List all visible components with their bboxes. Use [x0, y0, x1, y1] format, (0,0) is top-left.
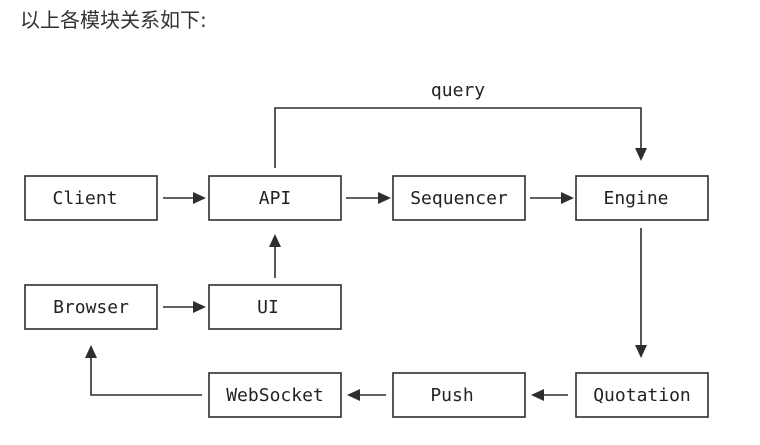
node-ui-label: UI	[257, 297, 279, 318]
node-engine: Engine	[575, 175, 709, 221]
node-engine-label: Engine	[603, 188, 668, 209]
edge-push-to-websocket	[347, 389, 386, 401]
edge-api-to-sequencer	[346, 192, 391, 204]
node-browser: Browser	[24, 284, 158, 330]
edge-websocket-to-browser	[85, 345, 202, 396]
edge-ui-to-api	[269, 234, 281, 278]
node-api-label: API	[259, 188, 292, 209]
edge-quotation-to-push	[531, 389, 568, 401]
edge-label-query: query	[431, 80, 485, 101]
node-sequencer: Sequencer	[392, 175, 526, 221]
node-sequencer-label: Sequencer	[410, 188, 508, 209]
module-relationship-diagram: query Client API Sequencer Engine Browse…	[24, 80, 709, 418]
node-ui: UI	[208, 284, 342, 330]
edge-client-to-api	[163, 192, 206, 204]
edge-browser-to-ui	[163, 301, 206, 313]
node-quotation-label: Quotation	[593, 385, 691, 406]
node-websocket-label: WebSocket	[226, 385, 324, 406]
node-push: Push	[392, 372, 526, 418]
edge-sequencer-to-engine	[530, 192, 574, 204]
node-client-label: Client	[52, 188, 117, 209]
node-api: API	[208, 175, 342, 221]
edge-api-to-engine	[274, 107, 647, 168]
node-client: Client	[24, 175, 158, 221]
edge-engine-to-quotation	[635, 228, 647, 358]
node-browser-label: Browser	[53, 297, 129, 318]
node-websocket: WebSocket	[208, 372, 342, 418]
node-quotation: Quotation	[575, 372, 709, 418]
node-push-label: Push	[430, 385, 473, 406]
